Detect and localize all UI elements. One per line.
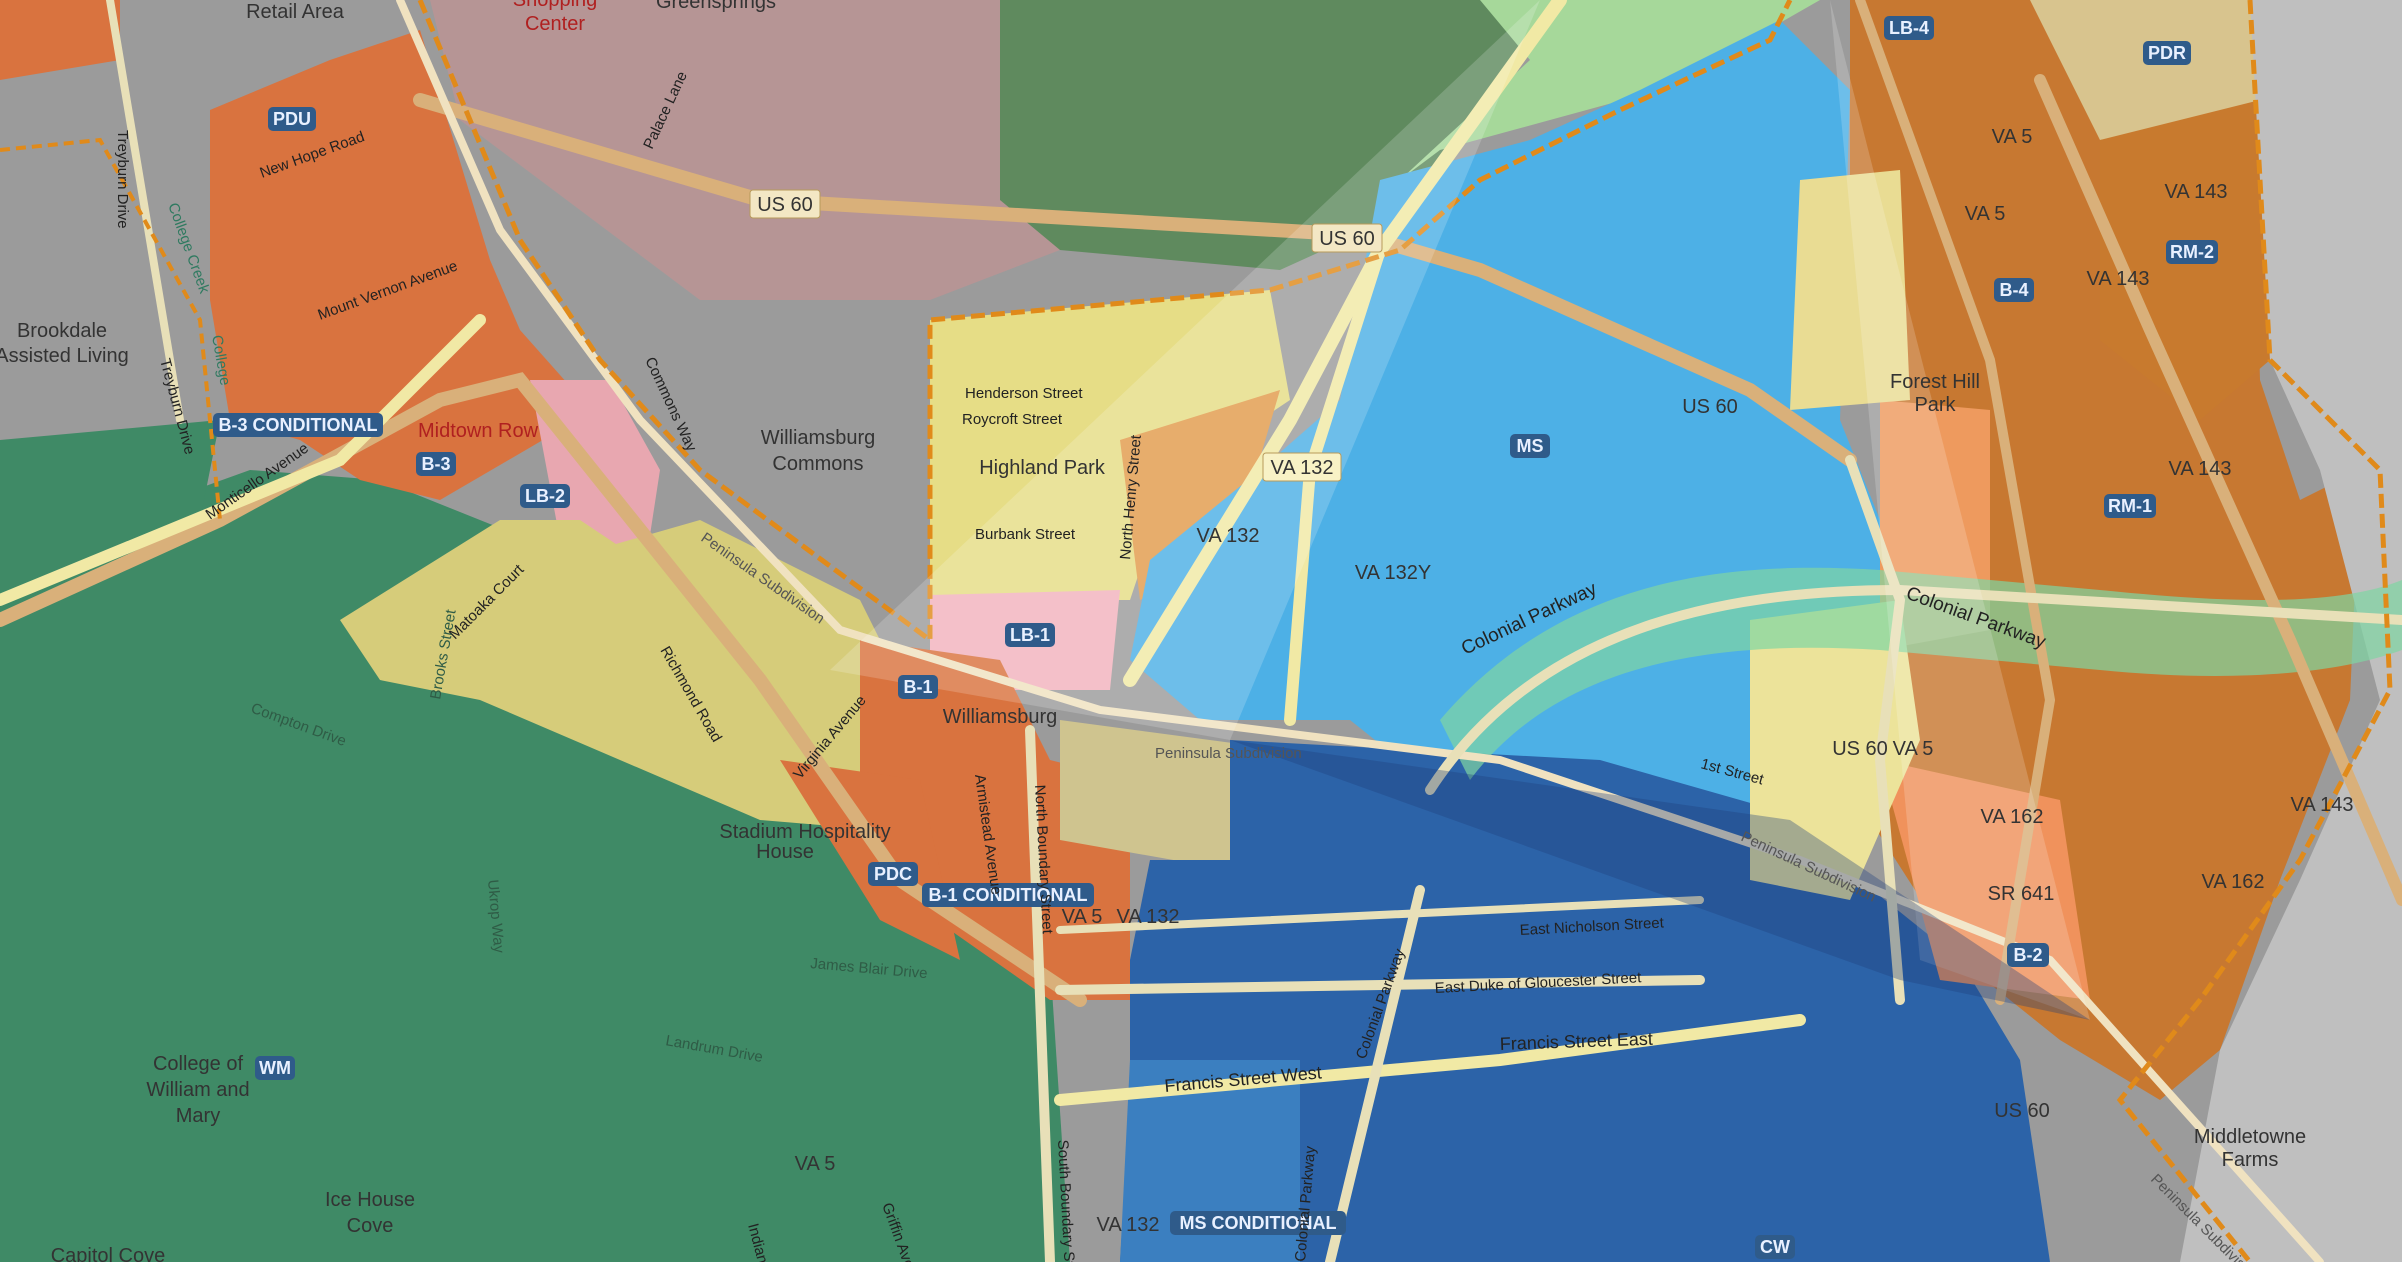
- route-label: VA 5: [1062, 906, 1103, 928]
- zone-label-lb2[interactable]: LB-2: [520, 484, 570, 508]
- svg-text:RM-1: RM-1: [2108, 496, 2152, 516]
- place-label: Brookdale: [17, 320, 107, 342]
- zone-label-lb4[interactable]: LB-4: [1884, 16, 1934, 40]
- zone-label-rm2[interactable]: RM-2: [2166, 240, 2218, 264]
- zone-label-ms-conditional[interactable]: MS CONDITIONAL: [1170, 1211, 1346, 1235]
- street-label: Peninsula Subdivision: [1155, 745, 1302, 762]
- svg-text:LB-4: LB-4: [1889, 18, 1929, 38]
- route-label: US 60: [1994, 1100, 2050, 1122]
- route-shield: VA 132: [1262, 452, 1342, 482]
- zone-label-pdr[interactable]: PDR: [2143, 41, 2191, 65]
- route-shield: US 60: [1311, 223, 1383, 253]
- place-label: Shopping: [513, 0, 598, 11]
- route-label: VA 132Y: [1355, 562, 1431, 584]
- route-label: VA 132: [1116, 906, 1179, 928]
- svg-text:US 60: US 60: [757, 194, 813, 216]
- place-label: Middletowne: [2194, 1126, 2306, 1148]
- zone-label-b1-conditional[interactable]: B-1 CONDITIONAL: [922, 883, 1094, 907]
- route-shield: US 60: [749, 189, 821, 219]
- svg-text:RM-2: RM-2: [2170, 242, 2214, 262]
- place-label: Forest Hill: [1890, 371, 1980, 393]
- place-label: College of: [153, 1053, 244, 1075]
- zoning-map[interactable]: PDU B-3 CONDITIONAL B-3 LB-2 LB-1 B-1 PD…: [0, 0, 2402, 1262]
- route-label: VA 162: [1980, 806, 2043, 828]
- svg-text:US 60: US 60: [1319, 228, 1375, 250]
- place-label: Williamsburg: [761, 427, 875, 449]
- svg-text:PDU: PDU: [273, 109, 311, 129]
- svg-text:CW: CW: [1760, 1237, 1790, 1257]
- zone-label-ms[interactable]: MS: [1510, 434, 1550, 458]
- svg-text:LB-2: LB-2: [525, 486, 565, 506]
- place-label: Highland Park: [979, 457, 1106, 479]
- svg-text:B-4: B-4: [1999, 280, 2028, 300]
- svg-text:PDR: PDR: [2148, 43, 2186, 63]
- zone-label-lb1[interactable]: LB-1: [1005, 623, 1055, 647]
- route-label: SR 641: [1988, 883, 2055, 905]
- svg-text:B-3: B-3: [421, 454, 450, 474]
- route-label: VA 132: [1196, 525, 1259, 547]
- place-label: Park: [1914, 394, 1956, 416]
- zone-label-wm[interactable]: WM: [255, 1056, 295, 1080]
- route-label: VA 132: [1096, 1214, 1159, 1236]
- place-label: Retail Area: [246, 1, 345, 23]
- street-label: Henderson Street: [965, 385, 1083, 402]
- route-label: US 60: [1682, 396, 1738, 418]
- svg-text:VA 132: VA 132: [1270, 457, 1333, 479]
- route-label: VA 5: [1893, 738, 1934, 760]
- place-label: Capitol Cove: [51, 1245, 166, 1262]
- svg-text:B-1 CONDITIONAL: B-1 CONDITIONAL: [929, 885, 1088, 905]
- route-label: VA 143: [2164, 181, 2227, 203]
- place-label: Commons: [772, 453, 863, 475]
- zone-label-pdc[interactable]: PDC: [868, 862, 918, 886]
- route-label: VA 5: [795, 1153, 836, 1175]
- zone-label-b2[interactable]: B-2: [2007, 943, 2049, 967]
- zone-label-pdu[interactable]: PDU: [268, 107, 316, 131]
- street-label: Burbank Street: [975, 526, 1076, 543]
- zone-label-b3[interactable]: B-3: [416, 452, 456, 476]
- place-label: House: [756, 841, 814, 863]
- place-label: Assisted Living: [0, 345, 129, 367]
- zone-label-b1[interactable]: B-1: [898, 675, 938, 699]
- place-label: Mary: [176, 1105, 220, 1127]
- zone-label-b4[interactable]: B-4: [1994, 278, 2034, 302]
- route-label: VA 143: [2086, 268, 2149, 290]
- route-label: VA 143: [2290, 794, 2353, 816]
- place-label: Ice House: [325, 1189, 415, 1211]
- route-label: US 60: [1832, 738, 1888, 760]
- route-label: VA 162: [2201, 871, 2264, 893]
- svg-text:WM: WM: [259, 1058, 291, 1078]
- svg-text:PDC: PDC: [874, 864, 912, 884]
- zone-label-cw[interactable]: CW: [1755, 1235, 1795, 1259]
- route-label: VA 5: [1992, 126, 2033, 148]
- place-label: Williamsburg: [943, 706, 1057, 728]
- svg-text:B-1: B-1: [903, 677, 932, 697]
- place-label: Stadium Hospitality: [719, 821, 890, 843]
- zone-label-rm1[interactable]: RM-1: [2104, 494, 2156, 518]
- place-label: Farms: [2222, 1149, 2279, 1171]
- place-label: Midtown Row: [418, 420, 539, 442]
- place-label: Greensprings: [656, 0, 776, 13]
- route-label: VA 5: [1965, 203, 2006, 225]
- route-label: VA 143: [2168, 458, 2231, 480]
- svg-text:B-2: B-2: [2013, 945, 2042, 965]
- svg-text:MS: MS: [1517, 436, 1544, 456]
- svg-text:B-3 CONDITIONAL: B-3 CONDITIONAL: [219, 415, 378, 435]
- svg-text:LB-1: LB-1: [1010, 625, 1050, 645]
- place-label: William and: [146, 1079, 249, 1101]
- street-label: Treyburn Drive: [114, 130, 131, 229]
- zone-label-b3-conditional[interactable]: B-3 CONDITIONAL: [213, 413, 383, 437]
- street-label: Roycroft Street: [962, 411, 1063, 428]
- place-label: Cove: [347, 1215, 394, 1237]
- place-label: Center: [525, 13, 585, 35]
